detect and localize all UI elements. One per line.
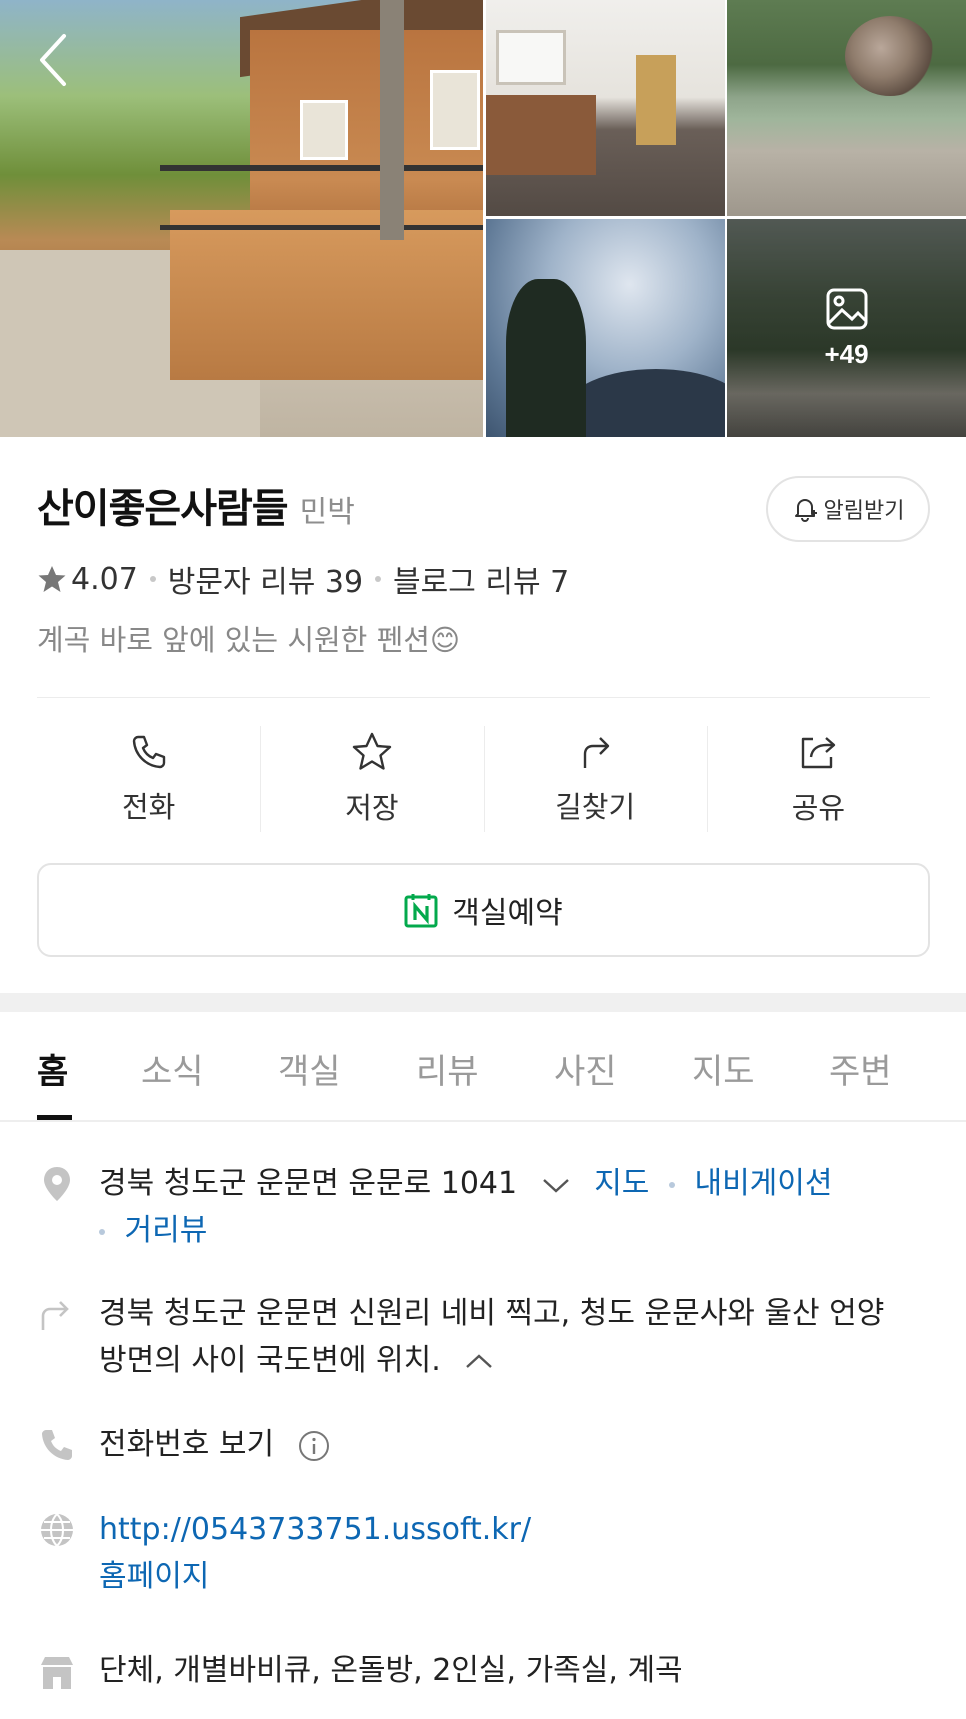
photo-rail xyxy=(160,165,483,171)
separator-dot xyxy=(149,576,156,582)
photo-hill xyxy=(566,369,725,437)
address-row: 경북 청도군 운문면 운문로 1041 지도 내비게이션 거리뷰 xyxy=(37,1160,930,1260)
image-icon xyxy=(826,288,867,329)
naver-calendar-icon xyxy=(404,894,438,928)
website-text-block: http://0543733751.ussoft.kr/ 홈페이지 xyxy=(99,1506,531,1600)
room-reservation-label: 객실예약 xyxy=(452,897,563,930)
back-chevron-icon[interactable] xyxy=(34,30,74,90)
directions-text-block: 경북 청도군 운문면 신원리 네비 찍고, 청도 운문사와 울산 언양 방면의 … xyxy=(99,1290,930,1384)
share-icon xyxy=(802,737,836,769)
separator-dot xyxy=(668,1181,675,1188)
sky-photo[interactable] xyxy=(486,219,725,437)
photo-counter xyxy=(486,95,596,175)
room-reservation-button[interactable]: 객실예약 xyxy=(37,863,930,957)
star-filled-icon xyxy=(38,566,66,592)
photo-door xyxy=(636,55,676,145)
photo-tree-trunk xyxy=(380,0,404,240)
map-link[interactable]: 지도 xyxy=(594,1166,649,1201)
divider xyxy=(37,697,930,698)
call-button[interactable]: 전화 xyxy=(37,722,260,836)
photo-deck xyxy=(170,210,483,380)
notify-label: 알림받기 xyxy=(823,499,905,524)
place-name: 산이좋은사람들 xyxy=(37,486,289,532)
photo-gallery: +49 xyxy=(0,0,966,437)
tab-news[interactable]: 소식 xyxy=(141,1044,204,1093)
photo-window xyxy=(496,30,566,85)
place-description: 계곡 바로 앞에 있는 시원한 펜션😊 xyxy=(37,623,461,657)
visitor-reviews-link[interactable]: 방문자 리뷰 39 xyxy=(168,557,363,601)
address-text: 경북 청도군 운문면 운문로 1041 xyxy=(99,1166,518,1201)
website-row: http://0543733751.ussoft.kr/ 홈페이지 xyxy=(37,1506,930,1606)
store-icon xyxy=(41,1657,73,1689)
show-phone-link[interactable]: 전화번호 보기 xyxy=(99,1427,274,1462)
tab-reviews[interactable]: 리뷰 xyxy=(416,1044,479,1093)
directions-label: 길찾기 xyxy=(555,790,636,824)
photo-window xyxy=(300,100,348,160)
directions-icon xyxy=(583,737,610,768)
notify-button[interactable]: 알림받기 xyxy=(766,476,930,542)
blog-reviews-link[interactable]: 블로그 리뷰 7 xyxy=(393,557,569,601)
website-url-link[interactable]: http://0543733751.ussoft.kr/ xyxy=(99,1512,531,1547)
amenities-text: 단체, 개별바비큐, 온돌방, 2인실, 가족실, 계곡 xyxy=(99,1653,683,1688)
phone-text-block: 전화번호 보기 xyxy=(99,1421,330,1468)
blurred-avatar xyxy=(845,16,935,96)
navigation-link[interactable]: 내비게이션 xyxy=(694,1166,832,1201)
tab-photos[interactable]: 사진 xyxy=(554,1044,617,1093)
directions-arrow-icon xyxy=(41,1301,69,1330)
chevron-down-icon[interactable] xyxy=(541,1175,571,1195)
place-category: 민박 xyxy=(299,495,355,530)
phone-icon xyxy=(132,735,165,769)
title-row: 산이좋은사람들 민박 xyxy=(37,476,355,534)
star-icon xyxy=(352,732,392,770)
share-button[interactable]: 공유 xyxy=(706,722,930,836)
more-photos-count: +49 xyxy=(824,338,869,369)
directions-text-line1: 경북 청도군 운문면 신원리 네비 찍고, 청도 운문사와 울산 언양 xyxy=(99,1296,885,1331)
save-label: 저장 xyxy=(345,791,399,825)
photo-tree xyxy=(506,279,586,437)
chevron-up-icon[interactable] xyxy=(464,1352,494,1372)
active-tab-indicator xyxy=(37,1115,72,1120)
directions-text-line2: 방면의 사이 국도변에 위치. xyxy=(99,1343,441,1378)
action-bar: 전화 저장 길찾기 공유 xyxy=(37,722,930,836)
tab-rooms[interactable]: 객실 xyxy=(278,1044,341,1093)
section-gap xyxy=(0,993,966,1012)
tab-map[interactable]: 지도 xyxy=(692,1044,755,1093)
directions-button[interactable]: 길찾기 xyxy=(483,722,707,836)
photo-rail xyxy=(160,225,483,230)
amenities-row: 단체, 개별바비큐, 온돌방, 2인실, 가족실, 계곡 xyxy=(37,1647,930,1697)
rating-value: 4.07 xyxy=(71,561,138,597)
room-photo[interactable] xyxy=(486,0,725,216)
separator-dot xyxy=(375,576,382,582)
address-text-block: 경북 청도군 운문면 운문로 1041 지도 내비게이션 거리뷰 xyxy=(99,1160,930,1254)
call-label: 전화 xyxy=(121,790,176,824)
street-view-link[interactable]: 거리뷰 xyxy=(125,1213,208,1248)
directions-row: 경북 청도군 운문면 신원리 네비 찍고, 청도 운문사와 울산 언양 방면의 … xyxy=(37,1290,930,1390)
globe-icon xyxy=(41,1513,73,1547)
phone-row: 전화번호 보기 xyxy=(37,1421,930,1471)
homepage-link[interactable]: 홈페이지 xyxy=(99,1559,209,1594)
photo-window xyxy=(430,70,480,150)
tab-nearby[interactable]: 주변 xyxy=(829,1044,892,1093)
tab-home[interactable]: 홈 xyxy=(37,1044,68,1093)
share-label: 공유 xyxy=(791,791,846,825)
bell-plus-icon xyxy=(794,499,817,522)
save-button[interactable]: 저장 xyxy=(260,722,483,836)
separator-dot xyxy=(99,1228,105,1235)
info-icon[interactable] xyxy=(298,1430,330,1462)
location-pin-icon xyxy=(44,1167,70,1201)
tab-bar: 홈 소식 객실 리뷰 사진 지도 주변 xyxy=(0,1012,966,1122)
river-photo[interactable] xyxy=(727,0,966,216)
more-photos-tile[interactable]: +49 xyxy=(727,219,966,437)
more-photos-overlay: +49 xyxy=(727,219,966,437)
rating-row: 4.07 방문자 리뷰 39 블로그 리뷰 7 xyxy=(37,557,569,601)
phone-icon xyxy=(42,1430,72,1460)
